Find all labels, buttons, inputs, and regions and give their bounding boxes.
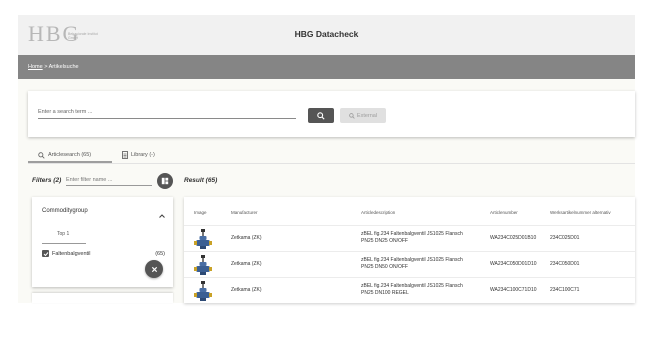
table-row[interactable]: Zetkama (ZK) zBEL fig.234 Faltenbalgvent… <box>184 251 635 277</box>
table-row[interactable]: Zetkama (ZK) zBEL fig.234 Faltenbalgvent… <box>184 225 635 251</box>
articlenumber-cell: WA234C100C71D10 <box>490 287 537 293</box>
description-line1: zBEL fig.234 Faltenbalgventil JS1025 Fla… <box>361 283 463 289</box>
chevron-up-icon <box>159 214 165 218</box>
alt-number-cell: 234C100C71 <box>550 287 580 293</box>
option-checkbox[interactable] <box>42 250 49 257</box>
column-header-image[interactable]: Image <box>194 210 207 215</box>
filter-button[interactable] <box>157 173 173 189</box>
tab-library[interactable]: Library (-) <box>122 148 155 162</box>
option-count: (65) <box>155 250 165 257</box>
description-line2: PN25 DN25 ON/OFF <box>361 238 408 244</box>
valve-icon <box>194 281 212 301</box>
table-row[interactable]: Zetkama (ZK) zBEL fig.234 Faltenbalgvent… <box>184 277 635 303</box>
manufacturer-cell: Zetkama (ZK) <box>231 287 262 293</box>
collapse-toggle[interactable] <box>158 206 166 224</box>
close-icon <box>151 266 157 272</box>
column-header-manufacturer[interactable]: Manufacturer <box>231 210 258 215</box>
result-label: Result (65) <box>184 177 218 184</box>
description-line2: PN25 DN50 ON/OFF <box>361 264 408 270</box>
tab-label: Articlesearch (65) <box>48 152 92 158</box>
description-line2: PN25 DN100 REGEL <box>361 290 409 296</box>
search-icon <box>349 112 355 119</box>
app-header: HBG Behaviorale Institut GmbH HBG Datach… <box>18 15 635 55</box>
check-icon <box>43 251 48 256</box>
result-table: Image Manufacturer Articledescription Ar… <box>184 197 635 303</box>
option-label: Faltenbalgventil <box>52 250 91 257</box>
breadcrumb: Home > Artikelsuche <box>28 64 79 70</box>
clear-filters-button[interactable] <box>145 260 163 278</box>
description-line1: zBEL fig.234 Faltenbalgventil JS1025 Fla… <box>361 257 463 263</box>
document-icon <box>122 151 128 159</box>
alt-number-cell: 234C050D01 <box>550 261 580 267</box>
filter-card-second <box>32 293 173 303</box>
tab-articlesearch[interactable]: Articlesearch (65) <box>38 148 91 162</box>
breadcrumb-home-link[interactable]: Home <box>28 64 43 70</box>
main-content: External Articlesearch (65) Library (-) … <box>18 79 635 303</box>
app-title: HBG Datacheck <box>294 29 359 39</box>
column-header-description[interactable]: Articledescription <box>361 210 395 215</box>
external-button-label: External <box>356 112 378 119</box>
search-button[interactable] <box>308 108 334 123</box>
column-header-alt-number[interactable]: Werksartikelnummer alternativ <box>550 210 611 215</box>
top-level-label: Top 1 <box>57 231 70 237</box>
articlenumber-cell: WA234C025D01B10 <box>490 235 537 241</box>
column-header-articlenumber[interactable]: Articlenumber <box>490 210 518 215</box>
description-line1: zBEL fig.234 Faltenbalgventil JS1025 Fla… <box>361 231 463 237</box>
breadcrumb-bar: Home > Artikelsuche <box>18 55 635 79</box>
level-slider-track[interactable] <box>42 243 86 244</box>
search-icon <box>317 111 325 120</box>
tab-label: Library (-) <box>131 152 155 158</box>
articlenumber-cell: WA234C050D01D10 <box>490 261 537 267</box>
search-icon <box>38 151 45 159</box>
external-search-button[interactable]: External <box>340 108 386 123</box>
valve-icon <box>194 229 212 249</box>
tabs-divider <box>28 163 635 164</box>
filter-name-input[interactable] <box>66 174 152 186</box>
manufacturer-cell: Zetkama (ZK) <box>231 235 262 241</box>
search-input[interactable] <box>38 105 296 119</box>
search-card: External <box>28 91 635 137</box>
valve-icon <box>194 255 212 275</box>
alt-number-cell: 234C025D01 <box>550 235 580 241</box>
breadcrumb-current: Artikelsuche <box>48 64 79 70</box>
filter-group-title: Commoditygroup <box>42 208 88 214</box>
filters-label: Filters (2) <box>32 177 62 184</box>
manufacturer-cell: Zetkama (ZK) <box>231 261 262 267</box>
filter-icon <box>161 177 169 185</box>
filter-option-faltenbalgventil[interactable]: Faltenbalgventil (65) <box>42 249 165 258</box>
